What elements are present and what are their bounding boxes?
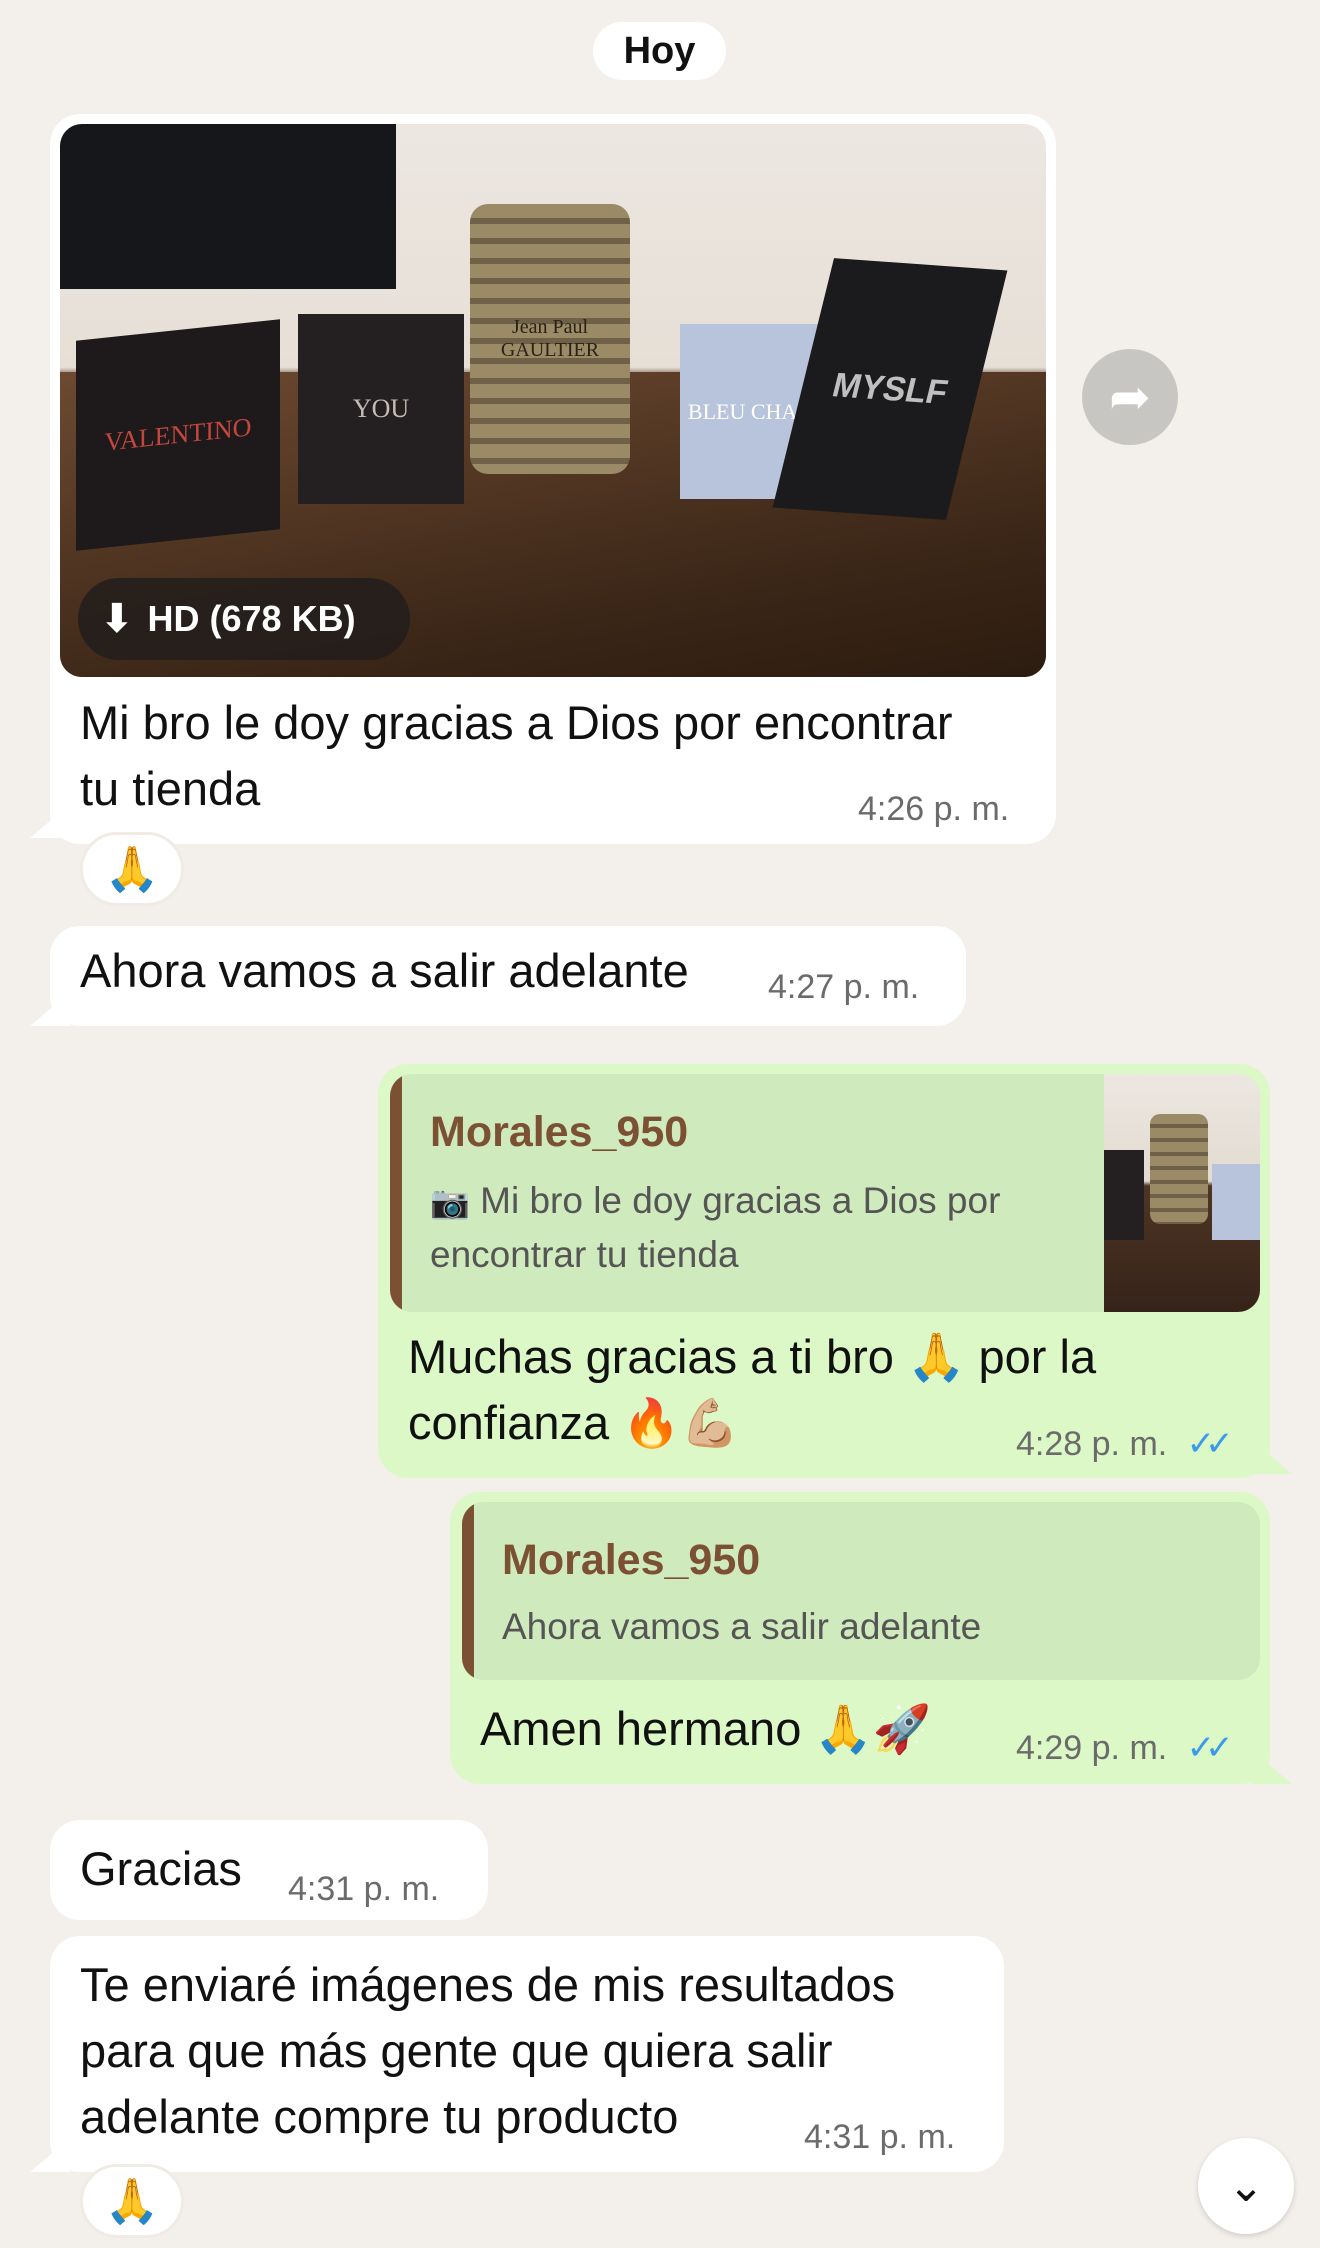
hd-download-button[interactable]: ⬇ HD (678 KB) — [78, 578, 410, 660]
perfume-box-valentino: VALENTINO — [76, 319, 280, 551]
message-text: Amen hermano 🙏🚀 — [480, 1702, 932, 1755]
time-value: 4:27 — [768, 968, 835, 1006]
caption-line: Mi bro le doy gracias a Dios por encontr… — [80, 696, 953, 749]
scroll-to-bottom-button[interactable]: ⌄ — [1198, 2138, 1294, 2234]
time-value: 4:29 — [1016, 1729, 1083, 1767]
quote-accent-bar — [462, 1502, 474, 1680]
date-separator: Hoy — [593, 22, 726, 80]
message-text-line: para que más gente que quiera salir — [80, 2024, 833, 2077]
quote-accent-bar — [390, 1074, 402, 1312]
download-icon: ⬇ — [100, 597, 134, 641]
quote-author: Morales_950 — [502, 1536, 761, 1584]
double-check-icon: ✓✓ — [1186, 1425, 1234, 1463]
forward-button[interactable]: ➦ — [1082, 349, 1178, 445]
time-ampm: p. m. — [933, 790, 1010, 828]
quote-text-line: encontrar tu tienda — [430, 1234, 739, 1275]
time-value: 4:28 — [1016, 1425, 1083, 1463]
message-time: 4:31 p. m. — [804, 2118, 955, 2157]
monitor-image — [60, 124, 396, 289]
quote-text: Ahora vamos a salir adelante — [502, 1606, 982, 1647]
quote-text: Mi bro le doy gracias a Dios por — [480, 1180, 1001, 1221]
caption-line: tu tienda — [80, 762, 261, 815]
perfume-box-you: YOU — [298, 314, 464, 504]
time-value: 4:26 — [858, 790, 925, 828]
reaction-badge[interactable]: 🙏 — [80, 832, 184, 906]
message-text-line: confianza 🔥💪🏼 — [408, 1396, 740, 1449]
message-text-line: Muchas gracias a ti bro 🙏 por la — [408, 1330, 1097, 1383]
time-ampm: p. m. — [1091, 1425, 1168, 1463]
message-text-line: Te enviaré imágenes de mis resultados — [80, 1958, 896, 2011]
time-value: 4:31 — [804, 2118, 871, 2156]
thumbnail-box — [1212, 1164, 1260, 1240]
camera-icon: 📷 — [430, 1184, 470, 1220]
reaction-emoji: 🙏 — [104, 845, 160, 894]
quote-author: Morales_950 — [430, 1108, 689, 1156]
quote-thumbnail — [1104, 1074, 1260, 1312]
message-text-line: adelante compre tu producto — [80, 2090, 679, 2143]
message-text: Ahora vamos a salir adelante — [80, 944, 689, 997]
time-ampm: p. m. — [843, 968, 920, 1006]
share-icon: ➦ — [1109, 369, 1151, 425]
thumbnail-box — [1104, 1150, 1144, 1240]
quote-text-line: 📷 Mi bro le doy gracias a Dios por — [430, 1174, 1000, 1229]
message-time: 4:26 p. m. — [858, 790, 1009, 829]
message-time: 4:29 p. m. ✓✓ — [1016, 1728, 1234, 1768]
double-check-icon: ✓✓ — [1186, 1729, 1234, 1767]
reaction-emoji: 🙏 — [104, 2177, 160, 2226]
hd-label: HD (678 KB) — [147, 598, 356, 639]
message-time: 4:28 p. m. ✓✓ — [1016, 1424, 1234, 1464]
quoted-message[interactable]: Morales_950 Ahora vamos a salir adelante — [462, 1502, 1260, 1680]
message-time: 4:27 p. m. — [768, 968, 919, 1007]
perfume-can-jpg: Jean Paul GAULTIER — [470, 204, 630, 474]
message-time: 4:31 p. m. — [288, 1870, 439, 1909]
chevron-down-icon: ⌄ — [1227, 2161, 1265, 2211]
time-value: 4:31 — [288, 1870, 355, 1908]
reaction-badge[interactable]: 🙏 — [80, 2164, 184, 2238]
thumbnail-can — [1150, 1114, 1208, 1224]
message-text: Gracias — [80, 1842, 242, 1895]
time-ampm: p. m. — [1091, 1729, 1168, 1767]
time-ampm: p. m. — [879, 2118, 956, 2156]
quoted-message[interactable]: Morales_950 📷 Mi bro le doy gracias a Di… — [390, 1074, 1260, 1312]
time-ampm: p. m. — [363, 1870, 440, 1908]
